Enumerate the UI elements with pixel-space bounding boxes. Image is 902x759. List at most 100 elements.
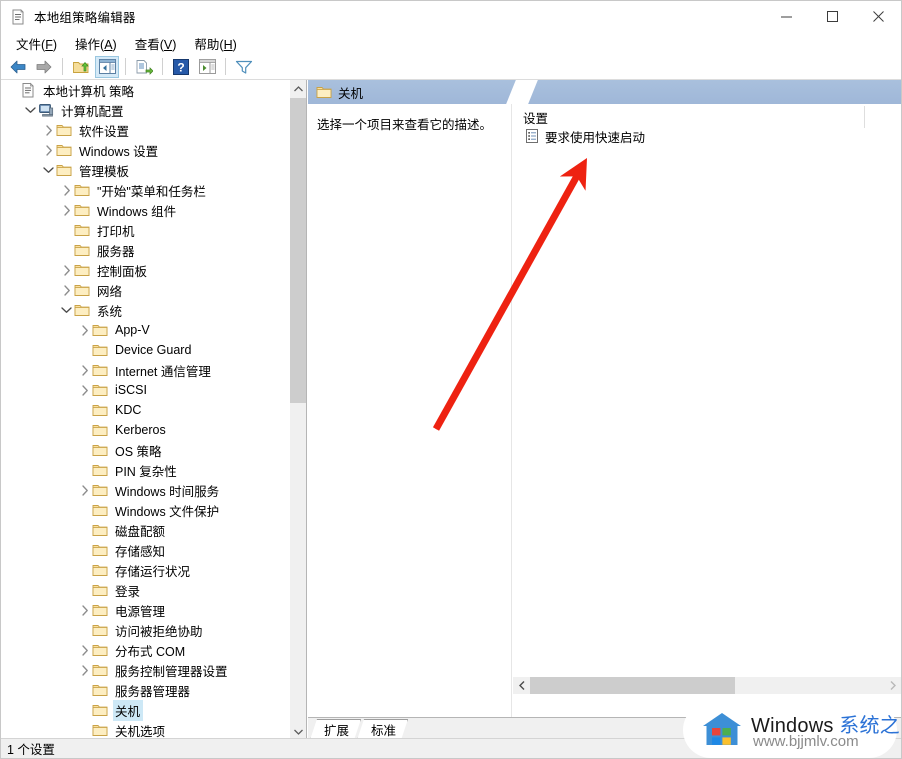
tab-extended[interactable]: 扩展 <box>310 719 361 740</box>
status-text: 1 个设置 <box>7 743 55 757</box>
chevron-right-icon[interactable] <box>77 660 92 680</box>
folder-icon <box>74 262 90 278</box>
tree-item-28[interactable]: 分布式 COM <box>1 640 289 660</box>
export-list-button[interactable] <box>132 56 156 78</box>
menu-file[interactable]: 文件(F) <box>7 32 66 55</box>
chevron-right-icon[interactable] <box>59 200 74 220</box>
settings-column-header[interactable]: 设置 <box>513 104 901 128</box>
maximize-button[interactable] <box>809 1 855 32</box>
up-one-level-button[interactable] <box>69 56 93 78</box>
tree-item-23[interactable]: 存储感知 <box>1 540 289 560</box>
menu-help[interactable]: 帮助(H) <box>185 32 245 55</box>
chevron-right-icon[interactable] <box>59 180 74 200</box>
chevron-right-icon[interactable] <box>77 320 92 340</box>
tree-item-22[interactable]: 磁盘配额 <box>1 520 289 540</box>
folder-icon <box>56 142 72 158</box>
folder-icon <box>92 402 108 418</box>
show-hide-tree-button[interactable] <box>95 55 119 78</box>
tree-item-2[interactable]: 软件设置 <box>1 120 289 140</box>
tree-item-27[interactable]: 访问被拒绝协助 <box>1 620 289 640</box>
column-divider[interactable] <box>864 106 865 128</box>
chevron-right-icon[interactable] <box>77 600 92 620</box>
tree-item-9[interactable]: 控制面板 <box>1 260 289 280</box>
tree-item-16[interactable]: KDC <box>1 400 289 420</box>
results-pane-body: 选择一个项目来查看它的描述。 设置 要求使用快速启动 <box>308 104 901 717</box>
tree-item-29[interactable]: 服务控制管理器设置 <box>1 660 289 680</box>
tree-item-label: Kerberos <box>115 423 166 437</box>
tree-item-label: 本地计算机 策略 <box>43 84 134 99</box>
tree-item-25[interactable]: 登录 <box>1 580 289 600</box>
tree-item-1[interactable]: 计算机配置 <box>1 100 289 120</box>
twisty-placeholder <box>77 560 92 580</box>
tree-item-5[interactable]: "开始"菜单和任务栏 <box>1 180 289 200</box>
chevron-down-icon[interactable] <box>59 300 74 320</box>
folder-icon <box>92 622 108 638</box>
results-horizontal-scrollbar[interactable] <box>513 677 901 694</box>
folder-icon <box>56 122 72 138</box>
tree-item-17[interactable]: Kerberos <box>1 420 289 440</box>
action-pane-button[interactable] <box>195 56 219 78</box>
tree-item-6[interactable]: Windows 组件 <box>1 200 289 220</box>
scroll-left-arrow[interactable] <box>513 677 530 694</box>
close-button[interactable] <box>855 1 901 32</box>
chevron-right-icon[interactable] <box>41 140 56 160</box>
setting-item-row[interactable]: 要求使用快速启动 <box>513 126 901 146</box>
tree-item-4[interactable]: 管理模板 <box>1 160 289 180</box>
tree-item-13[interactable]: Device Guard <box>1 340 289 360</box>
tree-item-30[interactable]: 服务器管理器 <box>1 680 289 700</box>
tree-item-14[interactable]: Internet 通信管理 <box>1 360 289 380</box>
tree-item-20[interactable]: Windows 时间服务 <box>1 480 289 500</box>
back-button[interactable] <box>6 56 30 78</box>
tree-item-32[interactable]: 关机选项 <box>1 720 289 740</box>
tree-item-10[interactable]: 网络 <box>1 280 289 300</box>
tree-item-31[interactable]: 关机 <box>1 699 289 721</box>
tree-item-label: 系统 <box>97 304 123 319</box>
chevron-right-icon[interactable] <box>59 280 74 300</box>
toolbar: ? <box>1 54 901 80</box>
scroll-up-arrow[interactable] <box>290 80 306 97</box>
chevron-right-icon[interactable] <box>77 380 92 400</box>
tab-standard[interactable]: 标准 <box>357 719 408 740</box>
tree-item-18[interactable]: OS 策略 <box>1 440 289 460</box>
tree-vertical-scrollbar[interactable] <box>289 80 306 740</box>
tree-item-21[interactable]: Windows 文件保护 <box>1 500 289 520</box>
minimize-button[interactable] <box>763 1 809 32</box>
menu-action[interactable]: 操作(A) <box>66 32 126 55</box>
tab-extended-label: 扩展 <box>324 724 350 738</box>
tree-item-24[interactable]: 存储运行状况 <box>1 560 289 580</box>
tree-item-label: 控制面板 <box>97 264 148 279</box>
scroll-right-arrow[interactable] <box>884 677 901 694</box>
hscroll-thumb[interactable] <box>530 677 735 694</box>
twisty-placeholder <box>77 700 92 720</box>
chevron-right-icon[interactable] <box>59 260 74 280</box>
scroll-thumb[interactable] <box>290 98 306 403</box>
tree-item-19[interactable]: PIN 复杂性 <box>1 460 289 480</box>
chevron-down-icon[interactable] <box>23 100 38 120</box>
help-button[interactable]: ? <box>169 56 193 78</box>
tree-item-12[interactable]: App-V <box>1 320 289 340</box>
folder-icon <box>92 562 108 578</box>
filter-button[interactable] <box>232 56 256 78</box>
folder-icon <box>92 382 108 398</box>
tree-item-label: KDC <box>115 403 142 417</box>
chevron-down-icon[interactable] <box>41 160 56 180</box>
tree-item-3[interactable]: Windows 设置 <box>1 140 289 160</box>
menu-view[interactable]: 查看(V) <box>126 32 186 55</box>
tree-item-0[interactable]: 本地计算机 策略 <box>1 80 289 100</box>
chevron-right-icon[interactable] <box>77 640 92 660</box>
tree-item-26[interactable]: 电源管理 <box>1 600 289 620</box>
main-content: 本地计算机 策略计算机配置 软件设置 Windows 设置 管理模板 "开始"菜单和任务… <box>1 80 901 740</box>
policy-setting-icon <box>524 128 540 144</box>
tree-item-11[interactable]: 系统 <box>1 300 289 320</box>
console-tree[interactable]: 本地计算机 策略计算机配置 软件设置 Windows 设置 管理模板 "开始"菜单和任务… <box>1 80 289 740</box>
tree-item-label: 计算机配置 <box>61 104 124 119</box>
folder-icon <box>74 282 90 298</box>
tree-item-label: 服务器 <box>97 244 135 259</box>
tree-item-8[interactable]: 服务器 <box>1 240 289 260</box>
tree-item-15[interactable]: iSCSI <box>1 380 289 400</box>
chevron-right-icon[interactable] <box>77 480 92 500</box>
forward-button[interactable] <box>32 56 56 78</box>
tree-item-7[interactable]: 打印机 <box>1 220 289 240</box>
chevron-right-icon[interactable] <box>77 360 92 380</box>
chevron-right-icon[interactable] <box>41 120 56 140</box>
